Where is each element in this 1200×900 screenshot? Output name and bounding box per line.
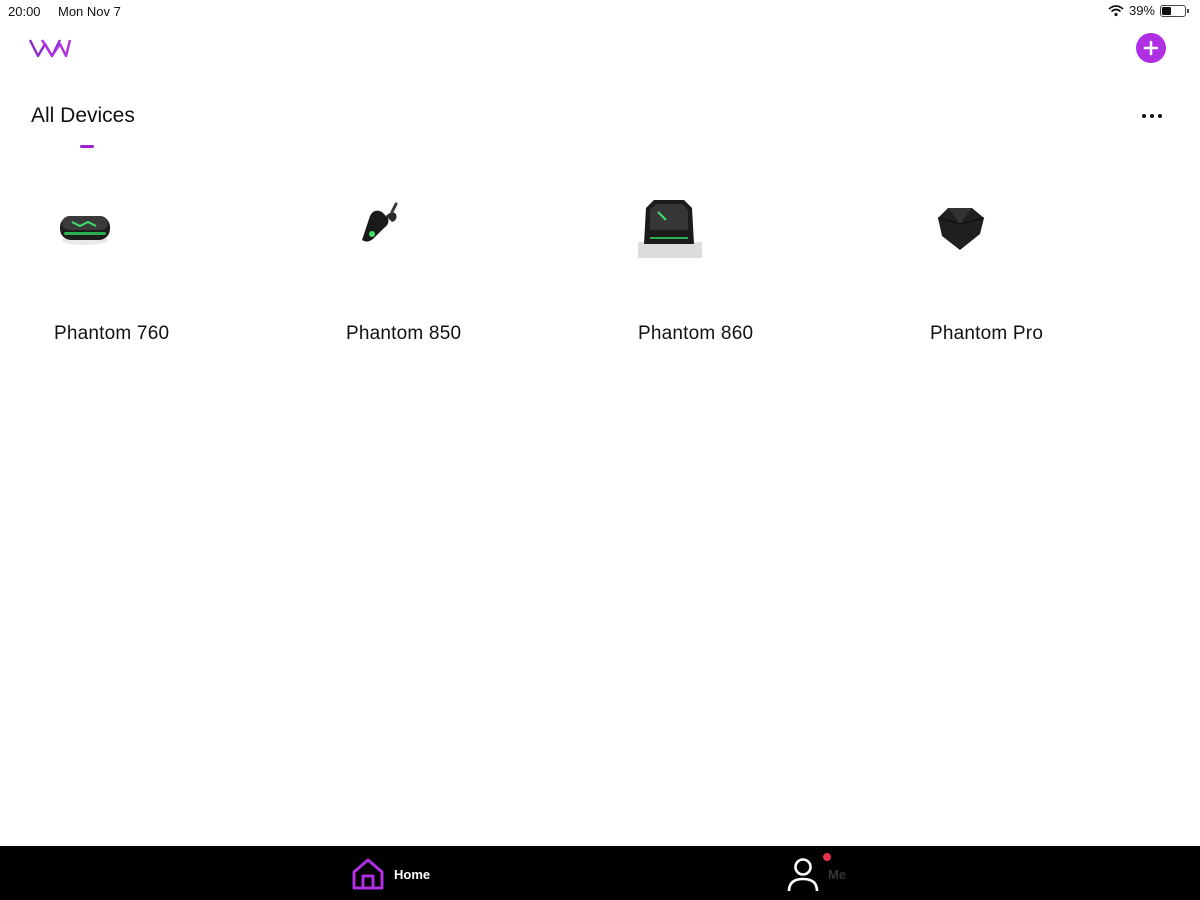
more-dot [1150, 114, 1154, 118]
device-card-phantom-860[interactable]: Phantom 860 [614, 180, 874, 370]
battery-icon [1160, 4, 1189, 17]
tab-me[interactable]: Me [786, 853, 847, 894]
wifi-icon [1108, 4, 1124, 16]
device-card-phantom-pro[interactable]: Phantom Pro [906, 180, 1166, 370]
earbud-image [362, 202, 398, 242]
status-indicators: 39% [1108, 3, 1189, 18]
earbuds-case-image [937, 208, 985, 250]
tab-home-label: Home [394, 866, 431, 882]
page-title: All Devices [31, 104, 135, 127]
more-dot [1158, 114, 1162, 118]
earbuds-case-image [60, 216, 110, 245]
device-card-phantom-850[interactable]: Phantom 850 [322, 180, 582, 370]
more-options-button[interactable] [1134, 104, 1170, 128]
battery-fill [1162, 6, 1171, 15]
status-date: Mon Nov 7 [58, 4, 121, 19]
device-card-phantom-760[interactable]: Phantom 760 [30, 180, 290, 370]
device-name: Phantom Pro [930, 323, 1044, 344]
add-device-button[interactable] [1136, 33, 1166, 63]
device-name: Phantom 760 [54, 323, 170, 344]
device-name: Phantom 860 [638, 323, 754, 344]
status-time: 20:00 [8, 4, 41, 19]
person-icon [787, 858, 819, 892]
brand-logo-icon [28, 39, 72, 58]
app-screen: 20:00 Mon Nov 7 39% All Devices Phantom … [0, 0, 1200, 900]
status-bar: 20:00 Mon Nov 7 39% [0, 0, 1200, 24]
device-name: Phantom 850 [346, 323, 462, 344]
home-icon [352, 858, 384, 890]
title-underline [80, 145, 94, 148]
plus-icon [1143, 40, 1159, 56]
tab-me-label: Me [828, 866, 847, 882]
earbuds-case-image [638, 200, 702, 258]
more-horizontal-icon [1142, 114, 1146, 118]
tab-home[interactable]: Home [350, 854, 430, 894]
bottom-tab-bar: Home Me [0, 846, 1200, 900]
notification-badge [823, 853, 831, 861]
battery-percent: 39% [1128, 3, 1155, 18]
